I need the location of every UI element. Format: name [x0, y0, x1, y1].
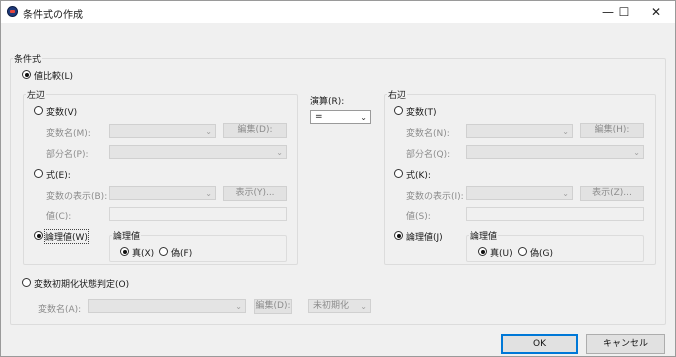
init-variable-name-label: 変数名(A):	[38, 305, 82, 315]
left-value-field[interactable]	[109, 207, 287, 221]
left-false-radio[interactable]	[159, 247, 168, 256]
right-value-label: 値(S):	[406, 212, 431, 222]
left-logical-label[interactable]: 論理値(W)	[44, 229, 89, 244]
maximize-button[interactable]: ☐	[608, 1, 640, 23]
right-variable-name-label: 変数名(N):	[406, 129, 450, 139]
left-expression-radio[interactable]	[34, 169, 43, 178]
title-bar: 条件式の作成 — ☐ ✕	[1, 1, 675, 23]
right-logical-radio[interactable]	[394, 231, 403, 240]
right-side-legend: 右辺	[387, 88, 408, 101]
right-variable-display-select[interactable]: ⌄	[466, 186, 573, 200]
close-button[interactable]: ✕	[640, 1, 672, 23]
left-variable-name-select[interactable]: ⌄	[109, 124, 216, 138]
window-title: 条件式の作成	[23, 10, 83, 21]
value-compare-radio[interactable]	[22, 70, 31, 79]
left-true-radio[interactable]	[120, 247, 129, 256]
left-side-legend: 左辺	[26, 88, 47, 101]
right-false-radio[interactable]	[518, 247, 527, 256]
right-logical-label[interactable]: 論理値(J)	[406, 230, 443, 243]
init-check-label[interactable]: 変数初期化状態判定(O)	[34, 277, 129, 290]
left-edit-button[interactable]: 編集(D):	[223, 123, 287, 138]
init-state-value: 未初期化	[313, 301, 350, 311]
left-variable-name-label: 変数名(M):	[46, 129, 91, 139]
chevron-down-icon: ⌄	[235, 302, 242, 311]
left-variable-display-label: 変数の表示(B):	[46, 192, 108, 202]
left-part-name-label: 部分名(P):	[46, 150, 89, 160]
right-expression-radio[interactable]	[394, 169, 403, 178]
right-true-label[interactable]: 真(U)	[490, 246, 513, 259]
cancel-button[interactable]: キャンセル	[586, 334, 665, 354]
operator-label: 演算(R):	[310, 97, 345, 107]
init-check-radio[interactable]	[22, 278, 31, 287]
right-true-radio[interactable]	[478, 247, 487, 256]
operator-value: =	[315, 112, 323, 122]
right-logical-legend: 論理値	[469, 229, 499, 242]
left-part-name-select[interactable]: ⌄	[109, 145, 287, 159]
chevron-down-icon: ⌄	[205, 189, 212, 198]
chevron-down-icon: ⌄	[633, 148, 640, 157]
left-true-label[interactable]: 真(X)	[132, 246, 154, 259]
chevron-down-icon: ⌄	[360, 302, 367, 311]
operator-select[interactable]: = ⌄	[310, 110, 371, 124]
left-variable-label[interactable]: 変数(V)	[46, 105, 77, 118]
value-compare-label[interactable]: 値比較(L)	[34, 69, 73, 82]
chevron-down-icon: ⌄	[276, 148, 283, 157]
left-false-label[interactable]: 偽(F)	[171, 246, 192, 259]
conditions-legend: 条件式	[13, 52, 43, 65]
left-logical-radio[interactable]	[34, 231, 43, 240]
right-false-label[interactable]: 偽(G)	[530, 246, 553, 259]
right-edit-button[interactable]: 編集(H):	[580, 123, 644, 138]
init-variable-name-select[interactable]: ⌄	[88, 299, 246, 313]
right-variable-label[interactable]: 変数(T)	[406, 105, 437, 118]
right-show-button[interactable]: 表示(Z)...	[580, 186, 644, 201]
left-expression-label[interactable]: 式(E):	[46, 168, 71, 181]
right-variable-display-label: 変数の表示(I):	[406, 192, 464, 202]
chevron-down-icon: ⌄	[205, 127, 212, 136]
app-icon	[7, 6, 18, 17]
right-variable-radio[interactable]	[394, 106, 403, 115]
condition-dialog: 条件式の作成 — ☐ ✕ 条件式 値比較(L) 左辺 変数(V) 変数名(M):…	[0, 0, 676, 357]
left-value-label: 値(C):	[46, 212, 72, 222]
right-part-name-select[interactable]: ⌄	[466, 145, 644, 159]
init-edit-button[interactable]: 編集(D):	[254, 299, 292, 314]
chevron-down-icon: ⌄	[562, 189, 569, 198]
left-show-button[interactable]: 表示(Y)...	[223, 186, 287, 201]
ok-button[interactable]: OK	[501, 334, 578, 354]
left-variable-radio[interactable]	[34, 106, 43, 115]
right-value-field[interactable]	[466, 207, 644, 221]
right-expression-label[interactable]: 式(K):	[406, 168, 431, 181]
left-logical-legend: 論理値	[112, 229, 142, 242]
left-variable-display-select[interactable]: ⌄	[109, 186, 216, 200]
chevron-down-icon: ⌄	[562, 127, 569, 136]
chevron-down-icon: ⌄	[360, 113, 367, 122]
right-variable-name-select[interactable]: ⌄	[466, 124, 573, 138]
init-state-select[interactable]: 未初期化 ⌄	[308, 299, 371, 313]
right-part-name-label: 部分名(Q):	[406, 150, 451, 160]
